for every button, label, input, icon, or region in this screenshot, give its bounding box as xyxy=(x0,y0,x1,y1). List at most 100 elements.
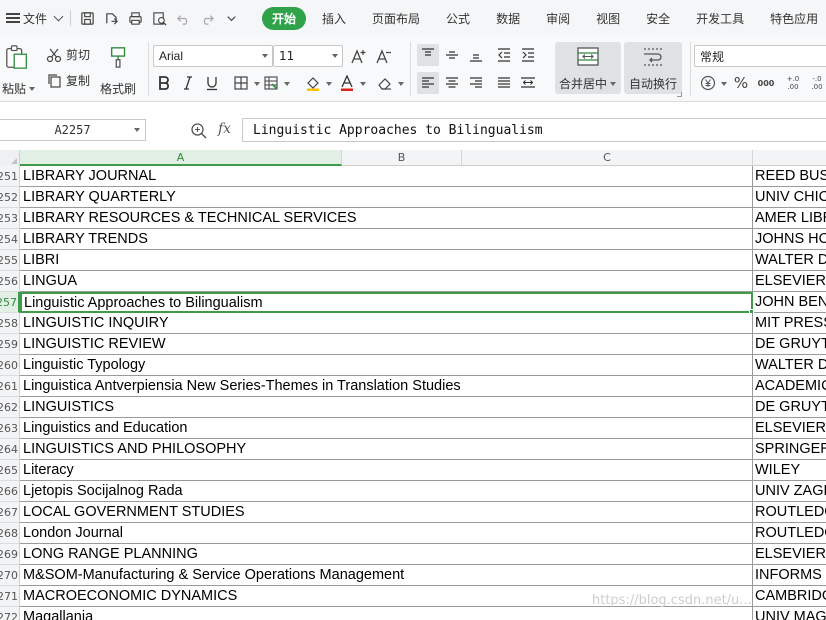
cell-d[interactable]: JOHN BENJAMINS xyxy=(753,292,826,313)
align-right-button[interactable] xyxy=(465,72,487,94)
cell-d[interactable]: WALTER DE xyxy=(753,250,826,271)
column-header-d[interactable] xyxy=(753,150,826,166)
tab-data[interactable]: 数据 xyxy=(486,7,530,30)
thousands-separator-button[interactable]: 000 xyxy=(755,72,777,94)
insert-function-button[interactable]: fx xyxy=(218,121,231,137)
align-middle-button[interactable] xyxy=(441,44,463,66)
row-header[interactable]: 2262 xyxy=(0,397,20,418)
cell-a[interactable]: LINGUISTIC REVIEW xyxy=(20,334,753,355)
cell-a[interactable]: LIBRARY TRENDS xyxy=(20,229,753,250)
row-header[interactable]: 2252 xyxy=(0,187,20,208)
cell-a[interactable]: Ljetopis Socijalnog Rada xyxy=(20,481,753,502)
row-header[interactable]: 2267 xyxy=(0,502,20,523)
row-header[interactable]: 2269 xyxy=(0,544,20,565)
row-header[interactable]: 2263 xyxy=(0,418,20,439)
cell-a[interactable]: LONG RANGE PLANNING xyxy=(20,544,753,565)
tab-page-layout[interactable]: 页面布局 xyxy=(362,7,430,30)
cell-a[interactable]: LIBRARY QUARTERLY xyxy=(20,187,753,208)
cell-d[interactable]: REED BUSINESS xyxy=(753,166,826,187)
format-painter-button[interactable]: 格式刷 xyxy=(96,40,140,96)
cell-d[interactable]: UNIV CHICAGO xyxy=(753,187,826,208)
file-menu[interactable]: 文件 xyxy=(0,0,66,36)
cell-d[interactable]: AMER LIBRARY xyxy=(753,208,826,229)
cell-d[interactable]: MIT PRESS xyxy=(753,313,826,334)
select-all-button[interactable] xyxy=(0,150,20,166)
cell-a[interactable]: London Journal xyxy=(20,523,753,544)
customize-toolbar-icon[interactable] xyxy=(219,6,243,30)
formula-input[interactable]: Linguistic Approaches to Bilingualism xyxy=(242,118,826,142)
row-header[interactable]: 2268 xyxy=(0,523,20,544)
cell-d[interactable]: ELSEVIER xyxy=(753,271,826,292)
row-header[interactable]: 2261 xyxy=(0,376,20,397)
font-name-select[interactable]: Arial xyxy=(153,45,273,67)
active-cell[interactable]: Linguistic Approaches to Bilingualism xyxy=(20,292,753,313)
cell-d[interactable]: INFORMS xyxy=(753,565,826,586)
cell-d[interactable]: DE GRUYTER xyxy=(753,397,826,418)
row-header[interactable]: 2253 xyxy=(0,208,20,229)
row-header[interactable]: 2260 xyxy=(0,355,20,376)
bold-button[interactable] xyxy=(153,72,175,94)
row-header[interactable]: 2257 xyxy=(0,292,20,313)
cell-a[interactable]: LINGUISTICS AND PHILOSOPHY xyxy=(20,439,753,460)
cell-d[interactable]: UNIV ZAGREB xyxy=(753,481,826,502)
italic-button[interactable] xyxy=(177,72,199,94)
cell-a[interactable]: Magallania xyxy=(20,607,753,620)
column-header-a[interactable]: A xyxy=(20,150,342,166)
wrap-text-button[interactable]: 自动换行 xyxy=(624,42,682,94)
redo-icon[interactable] xyxy=(195,6,219,30)
tab-review[interactable]: 审阅 xyxy=(536,7,580,30)
cell-d[interactable]: DE GRUYTER xyxy=(753,334,826,355)
cell-a[interactable]: LIBRARY JOURNAL xyxy=(20,166,753,187)
merge-center-button[interactable]: 合并居中 xyxy=(555,42,621,94)
align-left-button[interactable] xyxy=(417,72,439,94)
cell-a[interactable]: LINGUA xyxy=(20,271,753,292)
cell-d[interactable]: WALTER DE xyxy=(753,355,826,376)
align-bottom-button[interactable] xyxy=(465,44,487,66)
alignment-dialog-launcher[interactable] xyxy=(677,92,682,97)
cell-style-button[interactable] xyxy=(260,72,282,94)
font-size-select[interactable]: 11 xyxy=(273,45,343,67)
distributed-button[interactable] xyxy=(517,72,539,94)
cell-a[interactable]: LINGUISTIC INQUIRY xyxy=(20,313,753,334)
number-format-select[interactable]: 常规 xyxy=(694,45,826,67)
tab-special-apps[interactable]: 特色应用 xyxy=(760,7,826,30)
percent-button[interactable]: % xyxy=(730,72,752,94)
copy-button[interactable]: 复制 xyxy=(46,72,90,89)
tab-view[interactable]: 视图 xyxy=(586,7,630,30)
column-header-c[interactable]: C xyxy=(462,150,753,166)
cell-a[interactable]: LIBRI xyxy=(20,250,753,271)
tab-developer[interactable]: 开发工具 xyxy=(686,7,754,30)
row-header[interactable]: 2272 xyxy=(0,607,20,620)
cell-a[interactable]: Literacy xyxy=(20,460,753,481)
cell-a[interactable]: Linguistic Typology xyxy=(20,355,753,376)
decrease-indent-button[interactable] xyxy=(493,44,515,66)
row-header[interactable]: 2271 xyxy=(0,586,20,607)
tab-formulas[interactable]: 公式 xyxy=(436,7,480,30)
cell-d[interactable]: SPRINGER xyxy=(753,439,826,460)
row-header[interactable]: 2258 xyxy=(0,313,20,334)
row-header[interactable]: 2266 xyxy=(0,481,20,502)
align-center-button[interactable] xyxy=(441,72,463,94)
row-header[interactable]: 2256 xyxy=(0,271,20,292)
tab-home[interactable]: 开始 xyxy=(262,6,307,30)
underline-button[interactable] xyxy=(201,72,223,94)
print-preview-icon[interactable] xyxy=(147,6,171,30)
cell-a[interactable]: Linguistica Antverpiensia New Series-The… xyxy=(20,376,753,397)
border-button[interactable] xyxy=(230,72,252,94)
row-header[interactable]: 2254 xyxy=(0,229,20,250)
zoom-icon[interactable] xyxy=(190,122,208,140)
cell-a[interactable]: LINGUISTICS xyxy=(20,397,753,418)
font-color-button[interactable] xyxy=(336,72,358,94)
row-header[interactable]: 2264 xyxy=(0,439,20,460)
row-header[interactable]: 2251 xyxy=(0,166,20,187)
cell-a[interactable]: M&SOM-Manufacturing & Service Operations… xyxy=(20,565,753,586)
cell-d[interactable]: CAMBRIDGE xyxy=(753,586,826,607)
tab-security[interactable]: 安全 xyxy=(636,7,680,30)
decrease-font-size-button[interactable] xyxy=(373,45,395,67)
increase-font-size-button[interactable] xyxy=(348,45,370,67)
align-top-button[interactable] xyxy=(417,44,439,66)
cell-a[interactable]: Linguistics and Education xyxy=(20,418,753,439)
cut-button[interactable]: 剪切 xyxy=(46,46,90,63)
output-icon[interactable] xyxy=(99,6,123,30)
cell-d[interactable]: UNIV MAGALLANES xyxy=(753,607,826,620)
